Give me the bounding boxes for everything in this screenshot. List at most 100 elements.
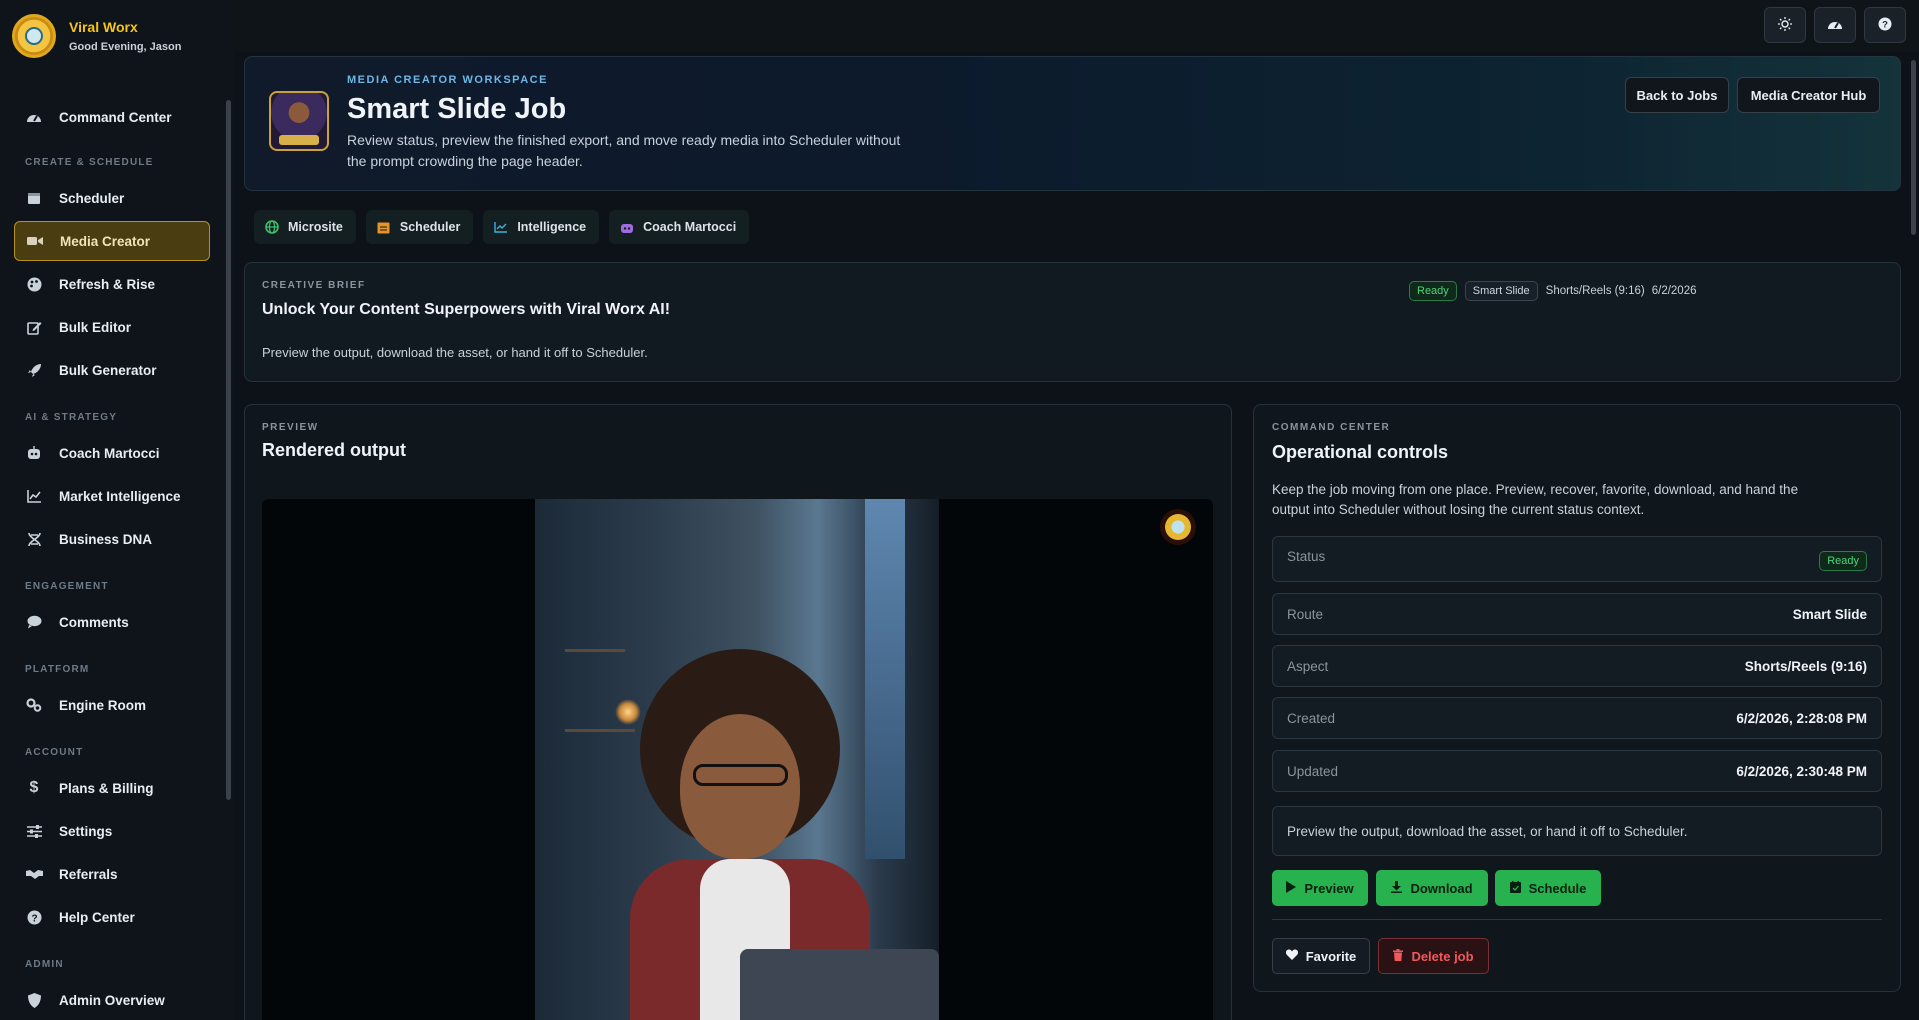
sidebar-item-comments[interactable]: Comments [14,602,210,642]
route-field: Route Smart Slide [1272,593,1882,635]
quick-link-scheduler[interactable]: Scheduler [365,210,474,244]
creative-brief: CREATIVE BRIEF Unlock Your Content Super… [244,262,1901,382]
quick-link-intelligence[interactable]: Intelligence [483,210,600,244]
sidebar-item-settings[interactable]: Settings [14,811,210,851]
sidebar-item-label: Media Creator [60,233,151,249]
brief-kicker: CREATIVE BRIEF [262,280,366,291]
back-to-jobs-button[interactable]: Back to Jobs [1625,77,1729,113]
field-value: Smart Slide [1792,606,1867,622]
page-title: Smart Slide Job [347,93,567,125]
brief-description: Preview the output, download the asset, … [262,345,648,360]
calendar-icon [1509,880,1521,896]
brand-name: Viral Worx [69,19,138,35]
quick-links: Microsite Scheduler Intelligence Coach M… [254,210,759,244]
route-badge: Smart Slide [1464,281,1538,301]
sidebar: Viral Worx Good Evening, Jason Command C… [0,0,234,1020]
button-label: Schedule [1528,880,1587,896]
sidebar-item-label: Engine Room [59,697,146,713]
calendar-icon [25,189,43,207]
section-engagement: ENGAGEMENT [25,581,109,592]
sidebar-item-label: Admin Overview [59,992,165,1008]
section-admin: ADMIN [25,959,64,970]
preview-button[interactable]: Preview [1272,870,1368,906]
field-label: Aspect [1287,658,1329,674]
heart-icon [1285,949,1298,963]
section-account: ACCOUNT [25,747,84,758]
calendar-icon [376,219,392,235]
robot-icon [25,444,43,462]
updated-field: Updated 6/2/2026, 2:30:48 PM [1272,750,1882,792]
hero-kicker: MEDIA CREATOR WORKSPACE [347,74,548,86]
question-circle-icon: ? [25,908,43,926]
sidebar-item-business-dna[interactable]: Business DNA [14,519,210,559]
quick-link-label: Microsite [288,220,343,234]
field-label: Created [1287,710,1336,726]
watermark-logo [1160,509,1196,545]
help-button[interactable]: ? [1864,7,1906,43]
button-label: Delete job [1411,948,1474,964]
sidebar-item-bulk-generator[interactable]: Bulk Generator [14,350,210,390]
preview-image [535,499,939,1020]
preview-kicker: PREVIEW [262,422,319,433]
delete-job-button[interactable]: Delete job [1378,938,1489,974]
quick-link-microsite[interactable]: Microsite [254,210,356,244]
sidebar-item-label: Command Center [59,109,172,125]
play-icon [1286,880,1297,896]
sidebar-scrollbar[interactable] [226,100,231,800]
favorite-button[interactable]: Favorite [1272,938,1370,974]
button-label: Favorite [1305,948,1357,964]
svg-text:?: ? [1882,19,1888,30]
sidebar-item-coach-martocci[interactable]: Coach Martocci [14,433,210,473]
dollar-icon: $ [29,779,39,796]
media-creator-hub-button[interactable]: Media Creator Hub [1737,77,1880,113]
quick-link-label: Intelligence [517,220,587,234]
sidebar-item-scheduler[interactable]: Scheduler [14,178,210,218]
download-icon [1391,880,1403,896]
sidebar-item-help-center[interactable]: ? Help Center [14,897,210,937]
status-note: Preview the output, download the asset, … [1272,806,1882,856]
sidebar-nav: Command Center CREATE & SCHEDULE Schedul… [14,100,210,1020]
button-label: Download [1410,880,1473,896]
download-button[interactable]: Download [1376,870,1488,906]
sidebar-item-plans-billing[interactable]: $ Plans & Billing [14,768,210,808]
sidebar-item-command-center[interactable]: Command Center [14,97,210,137]
trash-icon [1393,948,1404,964]
brand[interactable]: Viral Worx Good Evening, Jason [12,14,181,58]
sidebar-item-label: Coach Martocci [59,445,160,461]
field-label: Route [1287,606,1324,622]
quick-link-coach-martocci[interactable]: Coach Martocci [609,210,750,244]
sidebar-item-label: Referrals [59,866,118,882]
sidebar-item-market-intelligence[interactable]: Market Intelligence [14,476,210,516]
command-center-panel: COMMAND CENTER Operational controls Keep… [1253,404,1901,992]
robot-icon [619,219,635,235]
theme-toggle-button[interactable] [1764,7,1806,43]
rendered-output-media[interactable] [262,499,1213,1020]
brand-logo [12,14,56,58]
button-label: Preview [1304,880,1354,896]
sidebar-item-refresh-rise[interactable]: Refresh & Rise [14,264,210,304]
sidebar-item-label: Market Intelligence [59,488,181,504]
preview-panel: PREVIEW Rendered output [244,404,1232,1020]
sidebar-item-engine-room[interactable]: Engine Room [14,685,210,725]
dashboard-button[interactable] [1814,7,1856,43]
field-value: Shorts/Reels (9:16) [1744,658,1867,674]
sidebar-item-label: Business DNA [59,531,153,547]
sun-icon [1778,16,1792,34]
sidebar-item-media-creator[interactable]: Media Creator [14,221,210,261]
schedule-button[interactable]: Schedule [1495,870,1601,906]
status-field: Status Ready [1272,536,1882,582]
greeting: Good Evening, Jason [69,41,182,53]
top-bar: ? [234,0,1919,52]
hero-description: Review status, preview the finished expo… [347,132,901,169]
sidebar-item-bulk-editor[interactable]: Bulk Editor [14,307,210,347]
note-text: Preview the output, download the asset, … [1287,823,1688,839]
sidebar-item-referrals[interactable]: Referrals [14,854,210,894]
page-scrollbar[interactable] [1911,60,1916,235]
sidebar-item-label: Plans & Billing [59,780,154,796]
hero-header: MEDIA CREATOR WORKSPACE Smart Slide Job … [244,56,1901,191]
date-text: 6/2/2026 [1651,285,1697,297]
dashboard-icon [25,108,43,126]
status-badge: Ready [1819,551,1867,571]
divider [1272,919,1882,920]
sidebar-item-admin-overview[interactable]: Admin Overview [14,980,210,1020]
